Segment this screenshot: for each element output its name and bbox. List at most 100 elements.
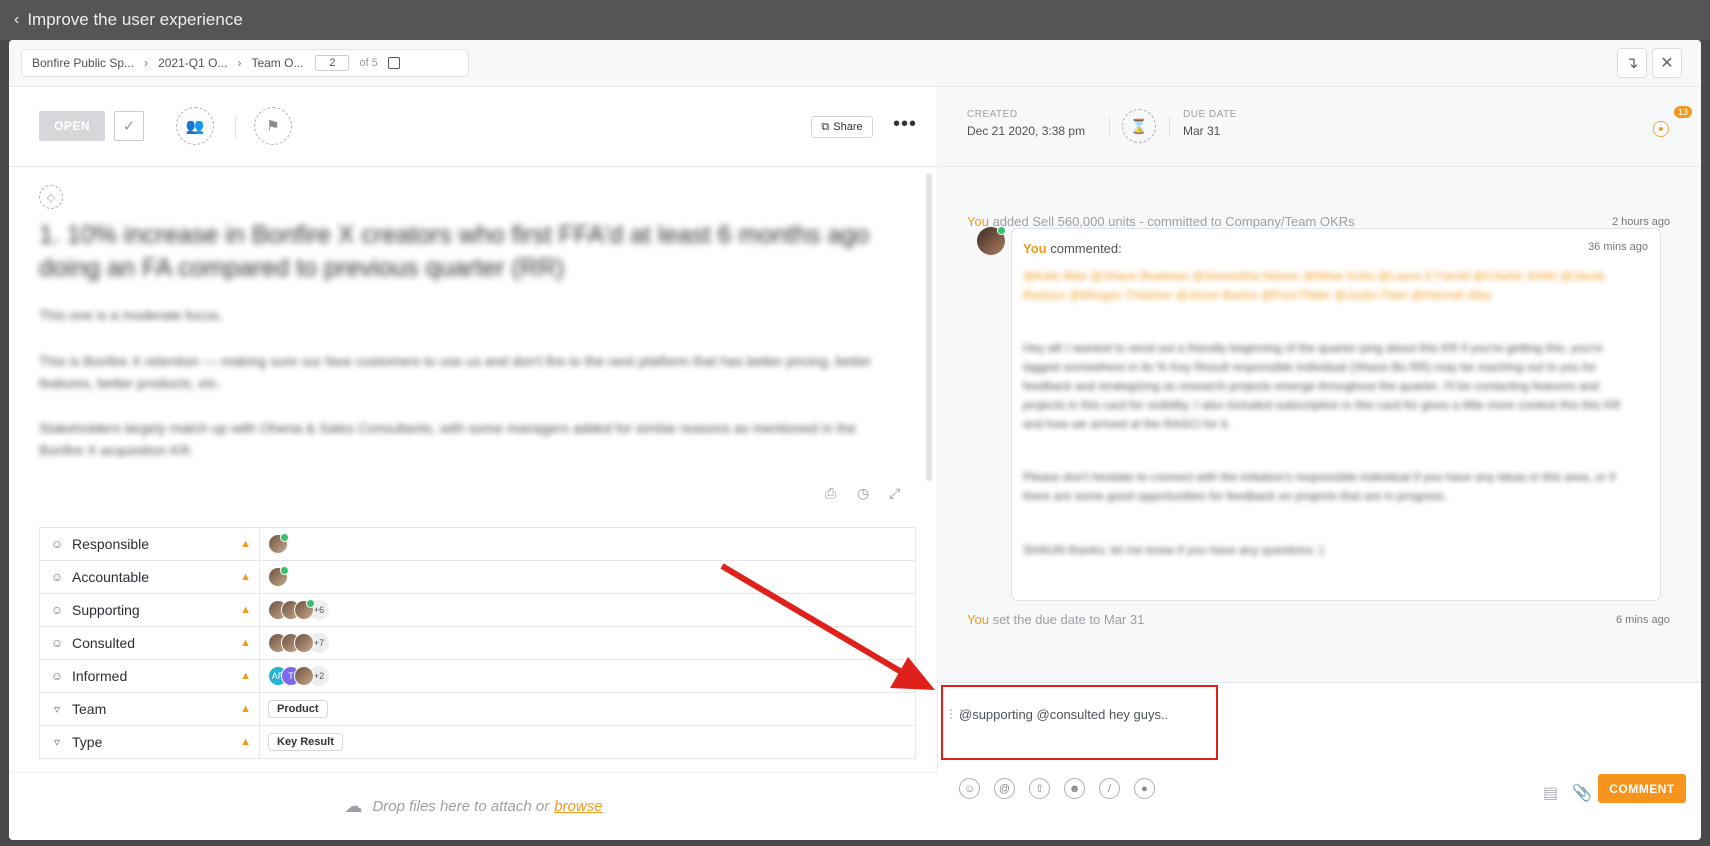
share-button[interactable]: ⧉ Share <box>811 116 873 138</box>
browse-link[interactable]: browse <box>554 798 602 815</box>
breadcrumb-item[interactable]: Team O... <box>251 56 303 70</box>
description-paragraph[interactable]: Stakeholders largely match up with Ohena… <box>39 417 889 461</box>
share-label: Share <box>833 121 863 133</box>
task-modal: Bonfire Public Sp... › 2021-Q1 O... › Te… <box>9 40 1701 840</box>
document-icon[interactable]: ▤ <box>1543 783 1558 803</box>
field-value[interactable]: Key Result <box>260 726 343 758</box>
attachment-dropzone[interactable]: ☁ Drop files here to attach or browse <box>9 772 938 840</box>
activity-item: You added Sell 560,000 units - committed… <box>967 214 1355 229</box>
paperclip-icon[interactable]: 📎 <box>1572 783 1592 803</box>
assign-comment-icon[interactable]: ☺ <box>959 778 980 799</box>
pin-icon[interactable]: ▲ <box>240 604 251 616</box>
activity-time: 6 mins ago <box>1616 614 1670 626</box>
scrollbar[interactable] <box>926 173 932 481</box>
dropdown-chip[interactable]: Product <box>268 700 328 718</box>
priority-button[interactable]: ⚑ <box>254 107 292 145</box>
print-icon[interactable]: ⎙ <box>825 485 836 502</box>
dropdown-icon: ▿ <box>53 702 61 716</box>
field-row-responsible: ☺ Responsible ▲ <box>40 528 915 561</box>
assign-button[interactable]: 👥 <box>176 107 214 145</box>
pin-icon[interactable]: ▲ <box>240 703 251 715</box>
created-label: CREATED <box>967 109 1018 120</box>
expand-icon[interactable]: ⤢ <box>889 485 900 502</box>
complete-button[interactable]: ✓ <box>114 111 144 141</box>
due-date-value[interactable]: Mar 31 <box>1183 124 1220 138</box>
field-value[interactable]: AR T +2 <box>260 660 329 692</box>
field-value[interactable]: +7 <box>260 627 329 659</box>
status-button[interactable]: OPEN <box>39 111 105 141</box>
divider <box>235 116 236 138</box>
avatar[interactable] <box>268 533 289 554</box>
field-row-accountable: ☺ Accountable ▲ <box>40 561 915 594</box>
comment-body: SHAUN thanks; let me know if you have an… <box>1023 543 1324 557</box>
field-value[interactable] <box>260 561 289 593</box>
add-user-icon: 👥 <box>185 118 205 135</box>
comment-time: 36 mins ago <box>1588 241 1648 253</box>
dropzone-text: Drop files here to attach or <box>372 798 550 815</box>
hourglass-icon[interactable]: ⌛ <box>1122 109 1156 143</box>
pin-icon[interactable]: ▲ <box>240 538 251 550</box>
minimize-button[interactable]: ↴ <box>1617 48 1647 78</box>
avatar[interactable] <box>268 566 289 587</box>
chevron-left-icon[interactable]: ‹ <box>14 11 19 29</box>
comment-actor[interactable]: You <box>1023 241 1047 256</box>
page-number-input[interactable]: 2 <box>315 55 350 71</box>
activity-actor[interactable]: You <box>967 612 989 627</box>
dropdown-chip[interactable]: Key Result <box>268 733 343 751</box>
breadcrumb: Bonfire Public Sp... › 2021-Q1 O... › Te… <box>21 49 469 77</box>
more-options-button[interactable]: ••• <box>893 113 917 136</box>
avatar[interactable] <box>977 226 1006 255</box>
field-value[interactable]: Product <box>260 693 328 725</box>
modal-header: Bonfire Public Sp... › 2021-Q1 O... › Te… <box>9 40 1701 87</box>
emoji-icon[interactable]: ☻ <box>1064 778 1085 799</box>
composer-actions: ▤ 📎 <box>1543 783 1592 803</box>
pin-icon[interactable]: ▲ <box>240 670 251 682</box>
field-name: Informed <box>72 668 128 684</box>
avatar[interactable] <box>294 599 315 620</box>
page-total: of 5 <box>359 57 378 69</box>
field-value[interactable] <box>260 528 289 560</box>
activity-time: 2 hours ago <box>1612 216 1671 228</box>
composer-toolbar: ☺ @ ⇧ ☻ / ● <box>959 778 1155 799</box>
window-titlebar: ‹ Improve the user experience <box>0 0 1710 40</box>
close-button[interactable]: ✕ <box>1652 48 1682 78</box>
pin-icon[interactable]: ▲ <box>240 637 251 649</box>
avatar[interactable] <box>294 633 314 653</box>
pin-icon[interactable]: ▲ <box>240 571 251 583</box>
activity-text: added Sell 560,000 units - committed to … <box>992 214 1355 229</box>
field-name: Accountable <box>72 569 150 585</box>
field-row-team: ▿ Team ▲ Product <box>40 693 915 726</box>
person-icon: ☺ <box>50 537 64 551</box>
reaction-icon[interactable]: ⇧ <box>1029 778 1050 799</box>
copy-link-icon[interactable] <box>387 57 400 69</box>
comment-mentions: @Kate Blair @Shaun Boatman @Samantha Nel… <box>1023 269 1605 302</box>
task-content: ◇ 1. 10% increase in Bonfire X creators … <box>9 167 938 772</box>
field-value[interactable]: +6 <box>260 594 329 626</box>
created-value: Dec 21 2020, 3:38 pm <box>967 124 1086 138</box>
record-icon[interactable]: ● <box>1134 778 1155 799</box>
breadcrumb-item[interactable]: 2021-Q1 O... <box>158 56 227 70</box>
history-icon[interactable]: ◷ <box>857 485 869 502</box>
checkmark-icon: ✓ <box>122 118 136 135</box>
tag-icon[interactable]: ◇ <box>39 185 63 209</box>
comment-submit-button[interactable]: COMMENT <box>1598 774 1686 803</box>
field-name: Team <box>72 701 107 717</box>
field-label: ☺ Supporting ▲ <box>40 594 260 626</box>
description-paragraph[interactable]: This one is a moderate focus. <box>39 304 889 326</box>
field-name: Supporting <box>72 602 140 618</box>
annotation-highlight-box <box>941 685 1218 760</box>
task-title[interactable]: 1. 10% increase in Bonfire X creators wh… <box>39 219 889 285</box>
breadcrumb-item[interactable]: Bonfire Public Sp... <box>32 56 134 70</box>
pin-icon[interactable]: ▲ <box>240 736 251 748</box>
task-toolbar: OPEN ✓ 👥 ⚑ ⧉ Share ••• <box>9 87 938 167</box>
field-label: ▿ Team ▲ <box>40 693 260 725</box>
mention-icon[interactable]: @ <box>994 778 1015 799</box>
divider <box>1169 116 1170 138</box>
eye-icon[interactable]: ☉ <box>1651 117 1671 143</box>
back-link[interactable]: Improve the user experience <box>27 10 242 30</box>
avatar[interactable] <box>294 666 314 686</box>
person-icon: ☺ <box>50 603 64 617</box>
slash-command-icon[interactable]: / <box>1099 778 1120 799</box>
description-paragraph[interactable]: This is Bonfire X retention — making sur… <box>39 350 889 394</box>
field-label: ☺ Accountable ▲ <box>40 561 260 593</box>
